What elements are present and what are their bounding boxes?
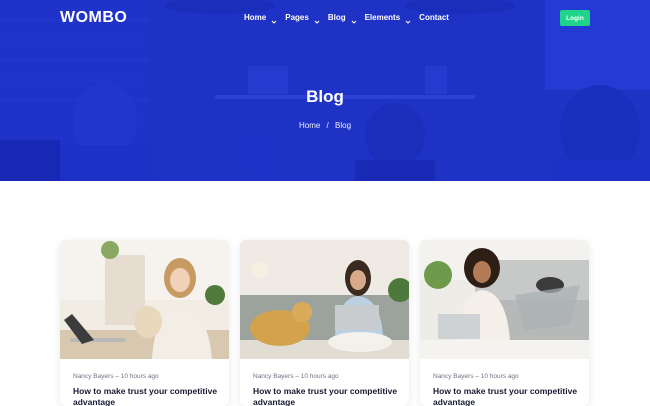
nav-item-label: Elements	[364, 13, 401, 22]
page-title: Blog	[306, 87, 344, 106]
nav-item-label: Blog	[327, 13, 346, 22]
post-title[interactable]: How to make trust your competitive advan…	[73, 386, 223, 406]
breadcrumb-home-link[interactable]: Home	[299, 121, 320, 130]
nav-item-blog[interactable]: Blog	[327, 13, 356, 24]
nav-item-pages[interactable]: Pages	[285, 13, 320, 24]
blog-card[interactable]: Nancy Bayers – 10 hours ago How to make …	[420, 240, 589, 406]
site-logo[interactable]: WOMBO	[60, 9, 127, 27]
main-menu: Home Pages Blog Elements Contact	[244, 13, 464, 24]
post-title[interactable]: How to make trust your competitive advan…	[433, 386, 583, 406]
post-time: 10 hours ago	[480, 373, 519, 380]
post-thumbnail-image[interactable]	[240, 240, 409, 359]
blog-posts-grid: Nancy Bayers – 10 hours ago How to make …	[60, 240, 590, 406]
breadcrumb-separator: /	[326, 121, 329, 130]
post-author[interactable]: Nancy Bayers	[253, 373, 293, 380]
post-meta: Nancy Bayers – 10 hours ago	[433, 373, 519, 380]
post-meta: Nancy Bayers – 10 hours ago	[73, 373, 159, 380]
post-thumbnail-image[interactable]	[60, 240, 229, 359]
blog-card[interactable]: Nancy Bayers – 10 hours ago How to make …	[60, 240, 229, 406]
meta-separator: –	[295, 373, 299, 380]
nav-item-label: Pages	[285, 13, 309, 22]
meta-separator: –	[115, 373, 119, 380]
meta-separator: –	[475, 373, 479, 380]
blog-card[interactable]: Nancy Bayers – 10 hours ago How to make …	[240, 240, 409, 406]
breadcrumb-current: Blog	[335, 121, 352, 130]
post-meta: Nancy Bayers – 10 hours ago	[253, 373, 339, 380]
post-author[interactable]: Nancy Bayers	[433, 373, 473, 380]
post-thumbnail-image[interactable]	[420, 240, 589, 359]
nav-item-home[interactable]: Home	[244, 13, 277, 24]
post-author[interactable]: Nancy Bayers	[73, 373, 113, 380]
login-button[interactable]: Login	[560, 10, 590, 26]
nav-item-elements[interactable]: Elements	[364, 13, 411, 24]
post-time: 10 hours ago	[120, 373, 159, 380]
post-title[interactable]: How to make trust your competitive advan…	[253, 386, 403, 406]
hero-banner: WOMBO Home Pages Blog Elements Contact L	[0, 0, 650, 181]
top-navbar: WOMBO Home Pages Blog Elements Contact L	[0, 0, 650, 36]
post-time: 10 hours ago	[300, 373, 339, 380]
nav-item-label: Home	[244, 13, 267, 22]
breadcrumb: Home / Blog	[0, 121, 650, 130]
nav-item-label: Contact	[419, 13, 449, 22]
nav-item-contact[interactable]: Contact	[419, 13, 449, 22]
